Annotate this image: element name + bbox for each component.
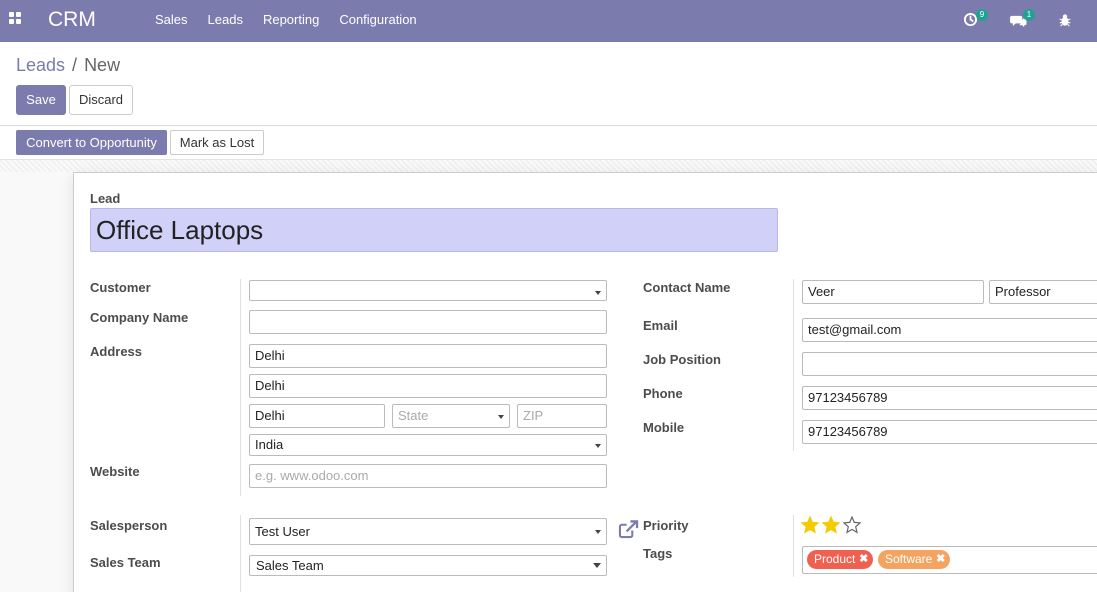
address-label: Address xyxy=(90,344,143,359)
salesperson-value: Test User xyxy=(255,524,310,539)
breadcrumb-separator: / xyxy=(72,55,78,75)
app-brand[interactable]: CRM xyxy=(48,8,96,32)
salesperson-select[interactable]: Test User xyxy=(249,518,607,545)
sales-team-select[interactable]: Sales Team xyxy=(249,555,607,576)
mark-as-lost-button[interactable]: Mark as Lost xyxy=(170,130,264,155)
company-name-input[interactable] xyxy=(249,310,607,334)
top-navbar: CRM Sales Leads Reporting Configuration … xyxy=(0,0,1097,42)
job-position-label: Job Position xyxy=(643,352,721,367)
control-panel-divider xyxy=(0,125,1097,126)
lead-name-input[interactable]: Office Laptops xyxy=(90,208,778,252)
save-button[interactable]: Save xyxy=(16,85,66,115)
star-empty-icon[interactable] xyxy=(843,516,861,534)
street2-input[interactable]: Delhi xyxy=(249,374,607,398)
tag-product-label: Product xyxy=(814,552,856,566)
left-group2-divider xyxy=(240,515,241,592)
menu-reporting[interactable]: Reporting xyxy=(253,0,329,42)
phone-label: Phone xyxy=(643,386,683,401)
breadcrumb: Leads / New xyxy=(16,55,120,76)
contact-name-label: Contact Name xyxy=(643,280,731,295)
caret-down-icon xyxy=(595,444,601,448)
menu-sales[interactable]: Sales xyxy=(145,0,198,42)
star-filled-icon[interactable] xyxy=(801,516,819,534)
tag-remove-icon[interactable]: ✖ xyxy=(936,550,945,569)
apps-menu-icon[interactable] xyxy=(9,12,23,26)
breadcrumb-current: New xyxy=(84,55,121,75)
contact-title-input[interactable]: Professor xyxy=(989,280,1097,304)
tag-software: Software ✖ xyxy=(878,550,951,569)
caret-down-icon xyxy=(498,415,504,419)
zip-input[interactable]: ZIP xyxy=(517,404,607,428)
caret-down-icon xyxy=(593,563,601,568)
star-filled-icon[interactable] xyxy=(822,516,840,534)
tags-label: Tags xyxy=(643,546,673,561)
convert-to-opportunity-button[interactable]: Convert to Opportunity xyxy=(16,130,167,155)
tag-software-label: Software xyxy=(885,552,933,566)
tag-remove-icon[interactable]: ✖ xyxy=(859,550,868,569)
contact-name-input[interactable]: Veer xyxy=(802,280,984,304)
salesperson-label: Salesperson xyxy=(90,518,168,533)
caret-down-icon xyxy=(595,291,601,295)
menu-leads[interactable]: Leads xyxy=(198,0,253,42)
state-select[interactable]: State xyxy=(392,404,510,428)
caret-down-icon xyxy=(595,530,601,534)
email-input[interactable]: test@gmail.com xyxy=(802,318,1097,342)
breadcrumb-leads[interactable]: Leads xyxy=(16,55,65,75)
activity-count-badge: 9 xyxy=(976,9,988,21)
priority-label: Priority xyxy=(643,518,689,533)
right-group2-divider xyxy=(793,515,794,577)
customer-label: Customer xyxy=(90,280,151,295)
debug-systray[interactable] xyxy=(1058,9,1074,31)
discard-button[interactable]: Discard xyxy=(69,85,133,115)
street-input[interactable]: Delhi xyxy=(249,344,607,368)
state-placeholder: State xyxy=(398,408,429,423)
bug-icon xyxy=(1059,14,1071,27)
phone-input[interactable]: 97123456789 xyxy=(802,386,1097,410)
sales-team-value: Sales Team xyxy=(256,558,324,573)
tag-product: Product ✖ xyxy=(807,550,874,569)
email-label: Email xyxy=(643,318,678,333)
left-group-divider xyxy=(240,279,241,496)
message-count-badge: 1 xyxy=(1023,9,1035,21)
right-group-divider xyxy=(793,279,794,451)
menu-configuration[interactable]: Configuration xyxy=(329,0,426,42)
external-link-icon[interactable] xyxy=(618,520,639,539)
sales-team-label: Sales Team xyxy=(90,555,161,570)
company-name-label: Company Name xyxy=(90,310,189,325)
mobile-label: Mobile xyxy=(643,420,685,435)
activity-systray[interactable]: 9 xyxy=(963,9,991,31)
messaging-systray[interactable]: 1 xyxy=(1010,9,1038,31)
job-position-input[interactable] xyxy=(802,352,1097,376)
country-value: India xyxy=(255,437,284,452)
city-input[interactable]: Delhi xyxy=(249,404,385,428)
mobile-input[interactable]: 97123456789 xyxy=(802,420,1097,444)
website-label: Website xyxy=(90,464,140,479)
lead-label: Lead xyxy=(90,191,121,206)
website-input[interactable]: e.g. www.odoo.com xyxy=(249,464,607,488)
customer-select[interactable] xyxy=(249,280,607,301)
country-select[interactable]: India xyxy=(249,434,607,456)
main-menu: Sales Leads Reporting Configuration xyxy=(145,0,427,42)
